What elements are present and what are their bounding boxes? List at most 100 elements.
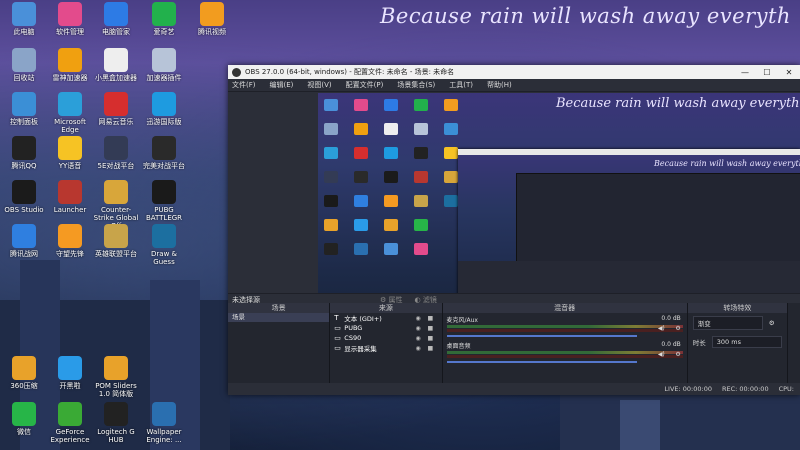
desktop-icon[interactable]: 电脑管家: [92, 2, 140, 36]
menu-tools[interactable]: 工具(T): [449, 80, 473, 90]
desktop-icon[interactable]: 完美对战平台: [140, 136, 188, 170]
preview-mini-icon: [324, 147, 338, 159]
desktop-icon[interactable]: 腾讯视频: [188, 2, 236, 36]
transition-type-select[interactable]: 渐变: [692, 316, 763, 330]
obs-window[interactable]: OBS 27.0.0 (64-bit, windows) - 配置文件: 未命名…: [228, 65, 800, 395]
desktop-icon[interactable]: Microsoft Edge: [46, 92, 94, 134]
desktop-icon[interactable]: 守望先锋: [46, 224, 94, 258]
desktop-icon[interactable]: 网易云音乐: [92, 92, 140, 126]
preview-mini-icon: [444, 171, 458, 183]
preview-mini-icon: [384, 243, 398, 255]
close-icon[interactable]: ✕: [778, 68, 800, 77]
desktop-icon[interactable]: 迅游国际版: [140, 92, 188, 126]
mixer-dock: 混音器 麦克风/Aux 0.0 dB ◀) ⚙ 桌面音频 0.0 dB ◀) ⚙: [442, 303, 688, 395]
lock-icon[interactable]: ■: [428, 325, 438, 332]
desktop-icon-label: 5E对战平台: [97, 162, 135, 170]
desktop-icon[interactable]: 控制面板: [0, 92, 48, 126]
duration-input[interactable]: 300 ms: [711, 336, 782, 348]
eye-icon[interactable]: ◉: [416, 315, 426, 322]
source-item[interactable]: T 文本 (GDI+) ◉ ■: [330, 313, 441, 323]
desktop-icon-label: PUBG BATTLEGR: [145, 206, 183, 222]
desktop-icon[interactable]: 腾讯QQ: [0, 136, 48, 170]
speaker-icon[interactable]: ◀): [658, 325, 665, 332]
desktop-icon[interactable]: 爱奇艺: [140, 2, 188, 36]
desktop-icon[interactable]: 360压缩: [0, 356, 48, 390]
lock-icon[interactable]: ■: [428, 315, 438, 322]
minimize-icon[interactable]: —: [734, 68, 756, 77]
desktop-icon[interactable]: 雷神加速器: [46, 48, 94, 82]
menu-file[interactable]: 文件(F): [232, 80, 256, 90]
desktop-icon[interactable]: GeForce Experience: [46, 402, 94, 444]
desktop-icon[interactable]: 软件管理: [46, 2, 94, 36]
lock-icon[interactable]: ■: [428, 345, 438, 352]
eye-icon[interactable]: ◉: [416, 335, 426, 342]
mixer-gear-icon[interactable]: ⚙: [675, 351, 680, 358]
menu-profile[interactable]: 配置文件(P): [346, 80, 384, 90]
desktop-icon[interactable]: YY语音: [46, 136, 94, 170]
desktop-icon[interactable]: 开黑啦: [46, 356, 94, 390]
preview-mini-icon: [324, 195, 338, 207]
volume-slider[interactable]: [446, 335, 637, 337]
preview-wallpaper-quote: Because rain will wash away everyth: [556, 96, 800, 111]
desktop-icon[interactable]: 回收站: [0, 48, 48, 82]
obs-titlebar[interactable]: OBS 27.0.0 (64-bit, windows) - 配置文件: 未命名…: [228, 65, 800, 79]
speaker-icon[interactable]: ◀): [658, 351, 665, 358]
mixer-gear-icon[interactable]: ⚙: [675, 325, 680, 332]
window-icon: ▭: [334, 334, 341, 342]
desktop-icon[interactable]: PUBG BATTLEGR: [140, 180, 188, 222]
volume-meter: [446, 325, 683, 328]
desktop-icon[interactable]: 5E对战平台: [92, 136, 140, 170]
eye-icon[interactable]: ◉: [416, 345, 426, 352]
preview-mini-icon: [324, 171, 338, 183]
desktop-icon[interactable]: Launcher: [46, 180, 94, 214]
menu-edit[interactable]: 编辑(E): [270, 80, 294, 90]
desktop-icon[interactable]: Draw & Guess: [140, 224, 188, 266]
desktop-icon[interactable]: OBS Studio: [0, 180, 48, 214]
desktop-icon[interactable]: Logitech G HUB: [92, 402, 140, 444]
edge-icon: [58, 92, 82, 116]
eye-icon[interactable]: ◉: [416, 325, 426, 332]
desktop-icon-label: 完美对战平台: [143, 162, 185, 170]
preview-mini-icon: [354, 123, 368, 135]
menu-help[interactable]: 帮助(H): [487, 80, 512, 90]
shield-icon: [104, 2, 128, 26]
desktop-icon[interactable]: 微信: [0, 402, 48, 436]
scene-item[interactable]: 场景: [228, 313, 330, 322]
source-item[interactable]: ▭ PUBG ◉ ■: [330, 323, 441, 333]
obs-icon: [12, 180, 36, 204]
nested-titlebar: [458, 149, 800, 155]
desktop-icon-label: 爱奇艺: [153, 28, 175, 36]
desktop-icon[interactable]: POM Sliders 1.0 简体版: [92, 356, 140, 398]
pubg-icon: [152, 180, 176, 204]
desktop-icon-label: GeForce Experience: [50, 428, 90, 444]
preview-mini-icon: [414, 195, 428, 207]
preview-mini-icon: [444, 147, 458, 159]
desktop-icon-label: 小黑盒加速器: [95, 74, 137, 82]
desktop-icon[interactable]: 小黑盒加速器: [92, 48, 140, 82]
preview-mini-icon: [444, 123, 458, 135]
obs-window-title: OBS 27.0.0 (64-bit, windows) - 配置文件: 未命名…: [245, 68, 455, 76]
control-panel-icon: [12, 92, 36, 116]
desktop-icon[interactable]: 腾讯战网: [0, 224, 48, 258]
controls-dock-edge: [788, 303, 800, 395]
menu-scene-collection[interactable]: 场景集合(S): [397, 80, 435, 90]
lock-icon[interactable]: ■: [428, 335, 438, 342]
desktop-icon[interactable]: 英雄联盟平台: [92, 224, 140, 258]
transition-gear-icon[interactable]: ⚙: [769, 319, 775, 327]
desktop-icon-label: 回收站: [13, 74, 35, 82]
volume-slider[interactable]: [446, 361, 637, 363]
source-item[interactable]: ▭ CS90 ◉ ■: [330, 333, 441, 343]
desktop-icon-label: Logitech G HUB: [97, 428, 135, 444]
sources-header: 来源: [330, 303, 442, 313]
desktop-icon[interactable]: Counter-Strike Global Off: [92, 180, 140, 230]
maximize-icon[interactable]: ☐: [756, 68, 778, 77]
desktop-icon-label: 腾讯QQ: [11, 162, 37, 170]
desktop-icon-label: 控制面板: [10, 118, 38, 126]
desktop-icon[interactable]: 加速器插件: [140, 48, 188, 82]
desktop-icon[interactable]: 此电脑: [0, 2, 48, 36]
desktop-icon[interactable]: Wallpaper Engine: ...: [140, 402, 188, 444]
preview-mini-icon: [354, 147, 368, 159]
source-item[interactable]: ▭ 显示器采集 ◉ ■: [330, 343, 441, 353]
preview-mini-icon: [414, 171, 428, 183]
menu-view[interactable]: 视图(V): [307, 80, 331, 90]
